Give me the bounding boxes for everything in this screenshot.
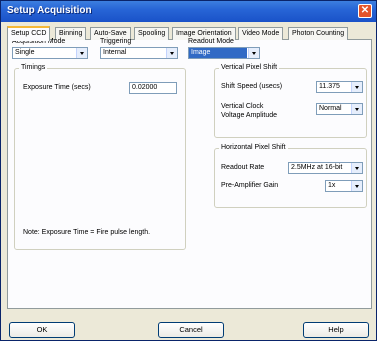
tab-setup-ccd[interactable]: Setup CCD [7,26,51,41]
close-icon[interactable]: ✕ [358,4,372,18]
readout-rate-select[interactable]: 2.5MHz at 16-bit [288,162,363,174]
exposure-note: Note: Exposure Time = Fire pulse length. [23,229,151,236]
exposure-time-label: Exposure Time (secs) [23,84,91,91]
vertical-pixel-shift-group: Vertical Pixel Shift Shift Speed (usecs)… [214,64,367,138]
readout-mode-value: Image [189,48,247,58]
triggering-value: Internal [103,49,127,56]
tab-spooling[interactable]: Spooling [134,27,170,40]
help-button[interactable]: Help [303,322,369,338]
timings-group: Timings Exposure Time (secs) 0.02000 Not… [14,64,186,250]
horizontal-pixel-shift-group: Horizontal Pixel Shift Readout Rate 2.5M… [214,144,367,208]
setup-acquisition-dialog: Setup Acquisition ✕ Setup CCD Binning Au… [0,0,377,341]
acquisition-mode-value: Single [15,49,35,56]
readout-mode-select[interactable]: Image [188,47,260,59]
chevron-down-icon[interactable] [76,48,87,58]
ok-button[interactable]: OK [9,322,75,338]
shift-speed-select[interactable]: 11.375 [316,81,363,93]
pre-amplifier-gain-select[interactable]: 1x [325,180,363,192]
acquisition-mode-select[interactable]: Single [12,47,88,59]
exposure-time-input[interactable]: 0.02000 [129,82,177,94]
tab-photon-counting[interactable]: Photon Counting [288,27,349,40]
pre-amplifier-gain-value: 1x [328,182,336,189]
timings-title: Timings [19,64,48,71]
voltage-amplitude-label: Voltage Amplitude [221,112,278,119]
setup-ccd-panel: Acquisition Mode Single Triggering Inter… [7,38,372,309]
readout-mode-label: Readout Mode [188,38,234,45]
vertical-clock-value: Normal [319,105,342,112]
chevron-down-icon[interactable] [248,48,259,58]
tab-video-mode[interactable]: Video Mode [238,27,284,40]
triggering-select[interactable]: Internal [100,47,178,59]
chevron-down-icon[interactable] [351,104,362,114]
cancel-button[interactable]: Cancel [158,322,224,338]
shift-speed-label: Shift Speed (usecs) [221,83,283,90]
title-bar[interactable]: Setup Acquisition ✕ [1,1,376,22]
chevron-down-icon[interactable] [351,181,362,191]
window-title: Setup Acquisition [7,5,92,16]
vertical-pixel-shift-title: Vertical Pixel Shift [219,64,280,71]
chevron-down-icon[interactable] [351,163,362,173]
pre-amplifier-gain-label: Pre-Amplifier Gain [221,182,279,189]
chevron-down-icon[interactable] [351,82,362,92]
horizontal-pixel-shift-title: Horizontal Pixel Shift [219,144,288,151]
triggering-label: Triggering [100,38,132,45]
vertical-clock-select[interactable]: Normal [316,103,363,115]
vertical-clock-label: Vertical Clock [221,103,264,110]
shift-speed-value: 11.375 [319,83,340,90]
chevron-down-icon[interactable] [166,48,177,58]
readout-rate-value: 2.5MHz at 16-bit [291,164,343,171]
readout-rate-label: Readout Rate [221,164,265,171]
